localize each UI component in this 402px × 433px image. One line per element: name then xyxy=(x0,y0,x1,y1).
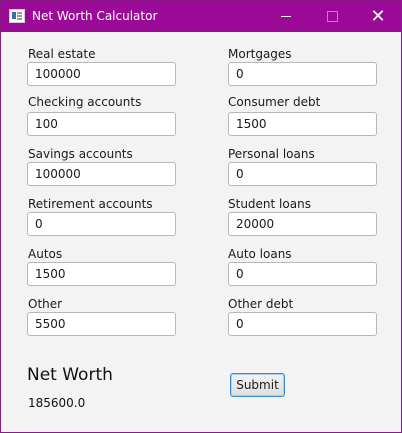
submit-button[interactable]: Submit xyxy=(230,373,285,397)
checking-accounts-field[interactable] xyxy=(27,112,176,136)
savings-accounts-label: Savings accounts xyxy=(28,147,133,161)
retirement-accounts-label: Retirement accounts xyxy=(28,197,153,211)
personal-loans-label: Personal loans xyxy=(228,147,315,161)
mortgages-label: Mortgages xyxy=(228,47,292,61)
consumer-debt-field[interactable] xyxy=(228,112,377,136)
other-debt-field[interactable] xyxy=(228,312,377,336)
close-icon: ✕ xyxy=(370,5,386,27)
net-worth-value: 185600.0 xyxy=(28,396,86,410)
autos-label: Autos xyxy=(28,247,63,261)
savings-accounts-field[interactable] xyxy=(27,162,176,186)
checking-accounts-label: Checking accounts xyxy=(28,95,142,109)
calculator-window: Net Worth Calculator ✕ Real estate Check… xyxy=(0,0,402,433)
real-estate-field[interactable] xyxy=(27,62,176,86)
student-loans-label: Student loans xyxy=(228,197,311,211)
other-debt-label: Other debt xyxy=(228,297,294,311)
minimize-button[interactable] xyxy=(263,1,309,32)
real-estate-label: Real estate xyxy=(28,47,96,61)
mortgages-field[interactable] xyxy=(228,62,377,86)
minimize-icon xyxy=(281,16,291,17)
auto-loans-field[interactable] xyxy=(228,262,377,286)
window-title: Net Worth Calculator xyxy=(32,9,158,23)
auto-loans-label: Auto loans xyxy=(228,247,292,261)
maximize-icon xyxy=(326,11,338,22)
personal-loans-field[interactable] xyxy=(228,162,377,186)
retirement-accounts-field[interactable] xyxy=(27,212,176,236)
app-icon xyxy=(9,9,25,23)
close-button[interactable]: ✕ xyxy=(355,1,401,32)
consumer-debt-label: Consumer debt xyxy=(228,95,321,109)
other-assets-field[interactable] xyxy=(27,312,176,336)
other-assets-label: Other xyxy=(28,297,63,311)
net-worth-heading: Net Worth xyxy=(27,365,113,385)
student-loans-field[interactable] xyxy=(228,212,377,236)
maximize-button[interactable] xyxy=(309,1,355,32)
title-bar[interactable]: Net Worth Calculator ✕ xyxy=(1,1,401,32)
autos-field[interactable] xyxy=(27,262,176,286)
